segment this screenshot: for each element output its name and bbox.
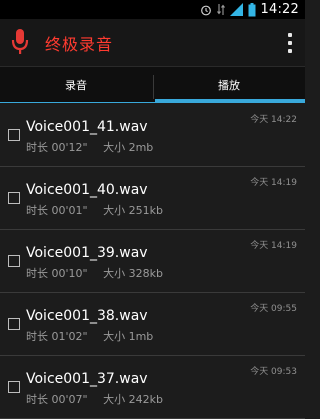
size-label: 大小 [103, 267, 126, 280]
recording-meta: 时长 00'10" 大小 328kb [26, 265, 163, 281]
recording-time: 今天 14:22 [250, 115, 297, 125]
recording-filename: Voice001_39.wav [26, 245, 148, 261]
recording-meta: 时长 00'01" 大小 251kb [26, 202, 163, 218]
alarm-icon [200, 5, 211, 15]
tab-bar: 录音 播放 [0, 67, 305, 103]
size-label: 大小 [103, 141, 126, 154]
recording-time: 今天 14:19 [250, 178, 297, 188]
tab-playback[interactable]: 播放 [153, 67, 305, 103]
duration-value: 00'07" [51, 393, 88, 406]
duration-value: 00'10" [51, 267, 88, 280]
size-value: 328kb [128, 267, 163, 280]
selected-tab-indicator [155, 99, 305, 103]
duration-label: 时长 [26, 393, 48, 406]
data-transfer-icon [216, 4, 225, 15]
recording-filename: Voice001_41.wav [26, 119, 148, 135]
duration-value: 01'02" [51, 330, 88, 343]
recording-filename: Voice001_37.wav [26, 371, 148, 387]
list-item[interactable]: Voice001_41.wav 时长 00'12" 大小 2mb 今天 14:2… [0, 104, 305, 167]
recording-meta: 时长 01'02" 大小 1mb [26, 328, 153, 344]
duration-label: 时长 [26, 204, 48, 217]
size-value: 1mb [128, 330, 154, 343]
recording-time: 今天 14:19 [250, 241, 297, 251]
size-label: 大小 [103, 204, 126, 217]
list-item[interactable]: Voice001_38.wav 时长 01'02" 大小 1mb 今天 09:5… [0, 293, 305, 356]
duration-label: 时长 [26, 330, 48, 343]
recording-time: 今天 09:53 [250, 367, 297, 377]
battery-icon [248, 2, 256, 16]
select-checkbox[interactable] [8, 255, 20, 267]
action-bar: 终极录音 [0, 19, 305, 67]
duration-label: 时长 [26, 267, 48, 280]
size-label: 大小 [103, 330, 126, 343]
size-value: 251kb [128, 204, 163, 217]
status-time: 14:22 [260, 2, 299, 17]
list-item[interactable]: Voice001_40.wav 时长 00'01" 大小 251kb 今天 14… [0, 167, 305, 230]
status-bar: 14:22 [0, 0, 305, 19]
duration-value: 00'12" [51, 141, 88, 154]
recording-list: Voice001_41.wav 时长 00'12" 大小 2mb 今天 14:2… [0, 104, 305, 419]
recording-filename: Voice001_40.wav [26, 182, 148, 198]
recording-meta: 时长 00'07" 大小 242kb [26, 391, 163, 407]
duration-label: 时长 [26, 141, 48, 154]
size-value: 242kb [128, 393, 163, 406]
select-checkbox[interactable] [8, 381, 20, 393]
select-checkbox[interactable] [8, 192, 20, 204]
recording-filename: Voice001_38.wav [26, 308, 148, 324]
list-item[interactable]: Voice001_37.wav 时长 00'07" 大小 242kb 今天 09… [0, 356, 305, 419]
recording-time: 今天 09:55 [250, 304, 297, 314]
recording-meta: 时长 00'12" 大小 2mb [26, 139, 153, 155]
tab-record[interactable]: 录音 [0, 67, 152, 103]
overflow-menu-icon[interactable] [287, 33, 293, 53]
select-checkbox[interactable] [8, 318, 20, 330]
status-icons: 14:22 [200, 1, 299, 18]
signal-icon [229, 3, 243, 16]
duration-value: 00'01" [51, 204, 88, 217]
microphone-icon [11, 29, 29, 54]
list-item[interactable]: Voice001_39.wav 时长 00'10" 大小 328kb 今天 14… [0, 230, 305, 293]
size-label: 大小 [103, 393, 126, 406]
size-value: 2mb [128, 141, 154, 154]
select-checkbox[interactable] [8, 129, 20, 141]
app-title: 终极录音 [45, 35, 114, 54]
